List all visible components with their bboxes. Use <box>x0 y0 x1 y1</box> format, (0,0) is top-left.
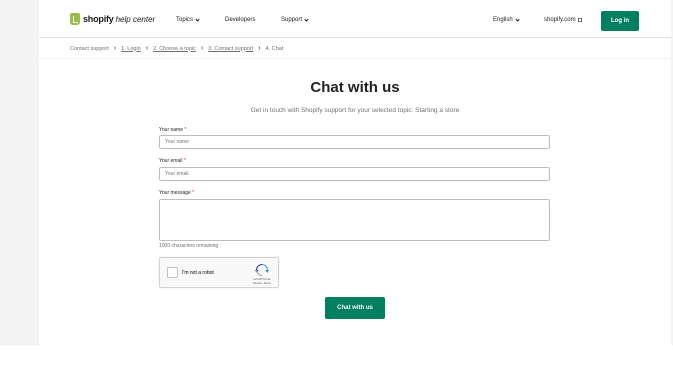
name-label: Your name * <box>159 127 186 133</box>
nav-support-label: Support <box>281 17 303 23</box>
required-marker: * <box>183 158 186 164</box>
chat-with-us-button[interactable]: Chat with us <box>325 297 385 319</box>
shopify-bag-icon <box>70 13 80 25</box>
breadcrumb-login[interactable]: 1. Login <box>121 46 141 52</box>
logo-wordmark: shopify <box>83 14 114 24</box>
name-label-text: Your name <box>159 127 183 133</box>
characters-remaining: 1000 characters remaining <box>159 243 219 249</box>
page-title: Chat with us <box>310 79 400 96</box>
email-label: Your email * <box>159 158 186 164</box>
top-header: shopify help center Topics Developers Su… <box>39 0 671 38</box>
message-label-text: Your message <box>159 190 191 196</box>
shopify-com-link[interactable]: shopify.com <box>544 17 582 23</box>
recaptcha-label: I'm not a robot <box>182 270 214 276</box>
chevron-right-icon: › <box>200 45 204 52</box>
chevron-down-icon <box>515 16 520 22</box>
external-link-icon <box>577 18 582 22</box>
page-subtitle: Get in touch with Shopify support for yo… <box>250 107 460 114</box>
email-label-text: Your email <box>159 158 183 164</box>
breadcrumb: Contact support › 1. Login › 2. Choose a… <box>70 45 283 52</box>
recaptcha-checkbox[interactable] <box>167 267 178 278</box>
login-button[interactable]: Log in <box>601 11 639 31</box>
nav-support[interactable]: Support <box>281 16 309 23</box>
name-field[interactable] <box>159 135 550 149</box>
nav-developers[interactable]: Developers <box>225 17 255 23</box>
recaptcha-icon <box>255 264 269 276</box>
language-selector[interactable]: English <box>493 16 520 23</box>
breadcrumb-contact-support: Contact support <box>70 45 109 52</box>
chevron-right-icon: › <box>258 45 261 52</box>
language-label: English <box>493 17 513 23</box>
logo-subtitle: help center <box>115 14 156 24</box>
breadcrumb-contact-support-step[interactable]: 3. Contact support <box>208 46 253 52</box>
page-frame: shopify help center Topics Developers Su… <box>39 0 671 346</box>
shopify-logo[interactable]: shopify help center <box>70 13 155 25</box>
required-marker: * <box>192 190 195 196</box>
required-marker: * <box>184 127 187 133</box>
recaptcha-widget: I'm not a robot reCAPTCHA Privacy - Term… <box>159 257 279 288</box>
chevron-down-icon <box>304 16 309 22</box>
message-field[interactable] <box>159 199 550 241</box>
nav-topics-label: Topics <box>176 17 194 23</box>
chevron-right-icon: › <box>145 45 149 52</box>
shopify-com-label: shopify.com <box>544 17 576 23</box>
nav-developers-label: Developers <box>225 17 256 23</box>
breadcrumb-divider <box>39 58 671 59</box>
chevron-down-icon <box>195 16 200 22</box>
breadcrumb-choose-topic[interactable]: 2. Choose a topic <box>153 46 196 52</box>
email-field[interactable] <box>159 167 550 181</box>
breadcrumb-chat: 4. Chat <box>265 45 284 52</box>
left-gutter <box>0 0 39 346</box>
recaptcha-brand: reCAPTCHA <box>253 277 271 281</box>
chevron-right-icon: › <box>113 45 117 52</box>
recaptcha-links[interactable]: Privacy - Terms <box>249 282 275 285</box>
message-label: Your message * <box>159 190 194 196</box>
nav-topics[interactable]: Topics <box>176 16 200 23</box>
